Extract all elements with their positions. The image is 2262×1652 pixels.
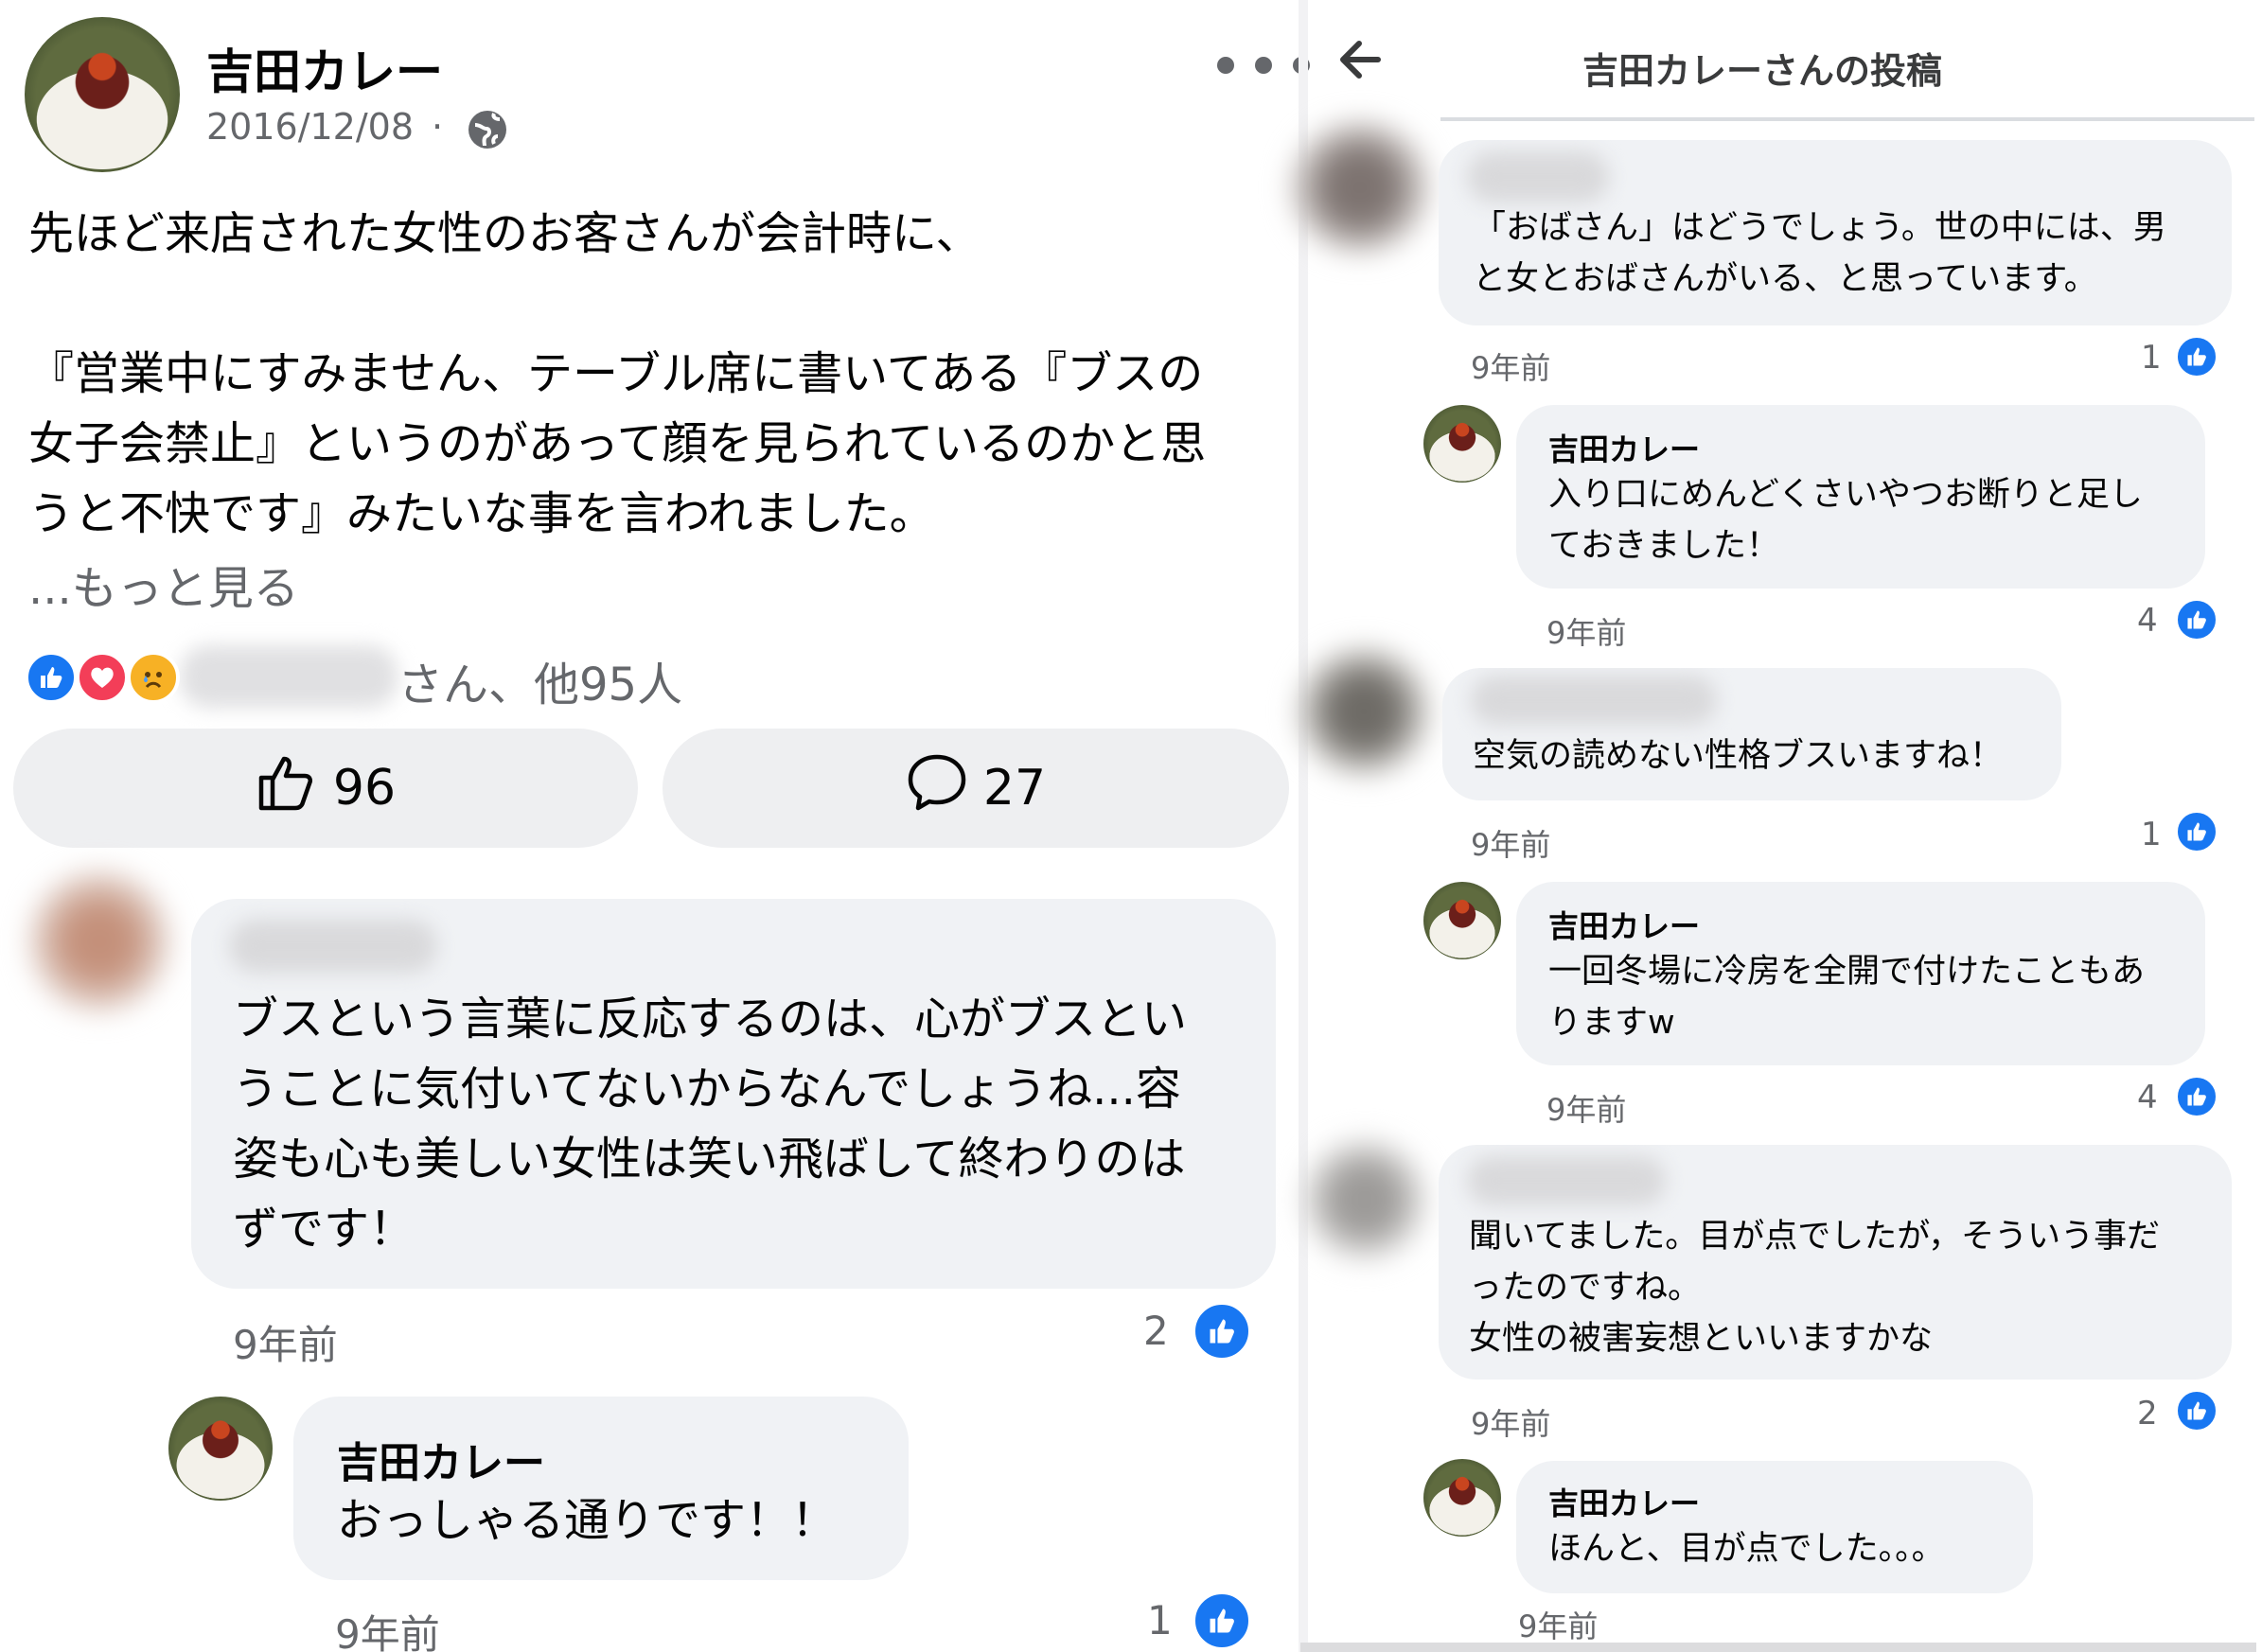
header-divider [1440, 117, 2254, 121]
like-badge-icon [2175, 1389, 2218, 1432]
page-avatar[interactable] [25, 17, 180, 172]
reply-author[interactable]: 吉田カレー [337, 1429, 545, 1489]
back-arrow-icon[interactable] [1336, 38, 1384, 81]
comment-line-1: 「おばさん」はどうでしょう。世の中には、男 [1473, 209, 2166, 247]
comment-button[interactable]: 27 [663, 729, 1289, 848]
commenter-avatar-blurred[interactable] [1302, 1139, 1427, 1260]
post-body-clip-1: 『営業中にすみません、テーブル席に書いてある『ブスの [28, 339, 1299, 409]
like-badge-icon [1193, 1302, 1251, 1361]
panel-title: 吉田カレーさんの投稿 [1582, 50, 1943, 92]
reply-line-2: ておきました！ [1548, 527, 1779, 565]
reply-line-2: りますw [1548, 1004, 1675, 1042]
reply-bubble: 吉田カレー ほんと、目が点でした。。。 [1516, 1461, 2033, 1593]
comment-line-2: と女とおばさんがいる、と思っています。 [1473, 260, 2097, 298]
post-date[interactable]: 2016/12/08 [206, 106, 414, 148]
comment-line-2: ったのですね。 [1469, 1269, 1702, 1307]
reply-line-1: 入り口にめんどくさいやつお断りと足し [1548, 476, 2143, 514]
post-body-clip-2: 女子会禁止』というのがあって顔を見られているのかと思 [28, 409, 1299, 479]
comment-like-count: 2 [1143, 1308, 1169, 1354]
comment-line-1: 聞いてました。目が点でしたが，そういう事だ [1469, 1218, 2161, 1256]
comment-line-2: うことに気付いてないからなんでしょうね...容 [233, 1063, 1181, 1116]
comment-like-count: 1 [2141, 816, 2162, 853]
comment-bubble-icon [906, 751, 968, 826]
like-reaction-icon [25, 651, 78, 704]
commenter-avatar-blurred[interactable] [1289, 121, 1431, 254]
post-body-line-2: 『営業中にすみません、テーブル席に書いてある『ブスの [28, 347, 1204, 400]
comment-line-3: 姿も心も美しい女性は笑い飛ばして終わりのは [233, 1133, 1186, 1186]
page-avatar-reply[interactable] [1423, 1459, 1501, 1537]
blurred-reactor-name [180, 645, 398, 708]
reactions-summary[interactable]: さん、他95人 [398, 647, 682, 713]
panel-divider [1299, 0, 1308, 1652]
reply-author[interactable]: 吉田カレー [1548, 426, 1700, 469]
commenter-name-blurred[interactable] [1467, 1156, 1666, 1205]
reply-line-1: ほんと、目が点でした。。。 [1548, 1530, 1945, 1568]
reply-author[interactable]: 吉田カレー [1548, 903, 1700, 946]
reply-author[interactable]: 吉田カレー [1548, 1480, 1700, 1523]
commenter-avatar-blurred[interactable] [1297, 647, 1431, 776]
like-badge-icon [2175, 810, 2218, 853]
comment-line-1: 空気の読めない性格ブスいますね！ [1473, 737, 2004, 775]
like-count: 96 [332, 760, 397, 817]
post-body-line-1: 先ほど来店された女性のお客さんが会計時に、 [28, 207, 981, 260]
page-avatar-reply[interactable] [1423, 405, 1501, 483]
comment-time[interactable]: 9年前 [1471, 1400, 1550, 1444]
reply-like-count: 1 [1147, 1597, 1173, 1643]
bottom-edge-strip [1300, 1643, 2256, 1652]
comment-line-3: 女性の被害妄想といいますかな [1469, 1320, 1934, 1358]
comment-time[interactable]: 9年前 [1471, 344, 1550, 388]
like-badge-icon [2175, 335, 2218, 378]
post-body-line-4: うと不快です』みたいな事を言われました。 [28, 487, 935, 540]
reply-line-1: 一回冬場に冷房を全開で付けたこともあ [1548, 953, 2146, 991]
reply-text: おっしゃる通りです！！ [337, 1494, 838, 1547]
reply-bubble: 吉田カレー おっしゃる通りです！！ [293, 1397, 909, 1580]
reply-like-count: 4 [2137, 1079, 2158, 1116]
comment-bubble: 「おばさん」はどうでしょう。世の中には、男 と女とおばさんがいる、と思っています… [1439, 140, 2232, 325]
like-badge-icon [1193, 1591, 1251, 1650]
comment-bubble: ブスという言葉に反応するのは、心がブスとい うことに気付いてないからなんでしょう… [191, 899, 1276, 1289]
commenter-name-blurred[interactable] [1471, 676, 1717, 725]
sad-reaction-icon [127, 651, 180, 704]
commenter-name-blurred[interactable] [229, 920, 437, 973]
comment-bubble: 空気の読めない性格ブスいますね！ [1442, 668, 2061, 800]
page-avatar-reply[interactable] [1423, 882, 1501, 959]
like-badge-icon [2175, 1075, 2218, 1118]
comment-time[interactable]: 9年前 [1471, 821, 1550, 865]
post-body-line-3: 女子会禁止』というのがあって顔を見られているのかと思 [28, 417, 1207, 470]
comment-count: 27 [982, 760, 1047, 817]
comment-line-4: ずです！ [233, 1203, 415, 1256]
comment-line-1: ブスという言葉に反応するのは、心がブスとい [233, 993, 1188, 1046]
reply-time[interactable]: 9年前 [1546, 609, 1626, 653]
globe-icon [466, 108, 509, 151]
commenter-name-blurred[interactable] [1467, 151, 1609, 202]
reply-time[interactable]: 9年前 [1546, 1086, 1626, 1130]
see-more-link[interactable]: ...もっと見る [28, 551, 299, 617]
like-badge-icon [2175, 598, 2218, 641]
meta-separator: · [432, 106, 444, 148]
reply-like-count: 4 [2137, 602, 2158, 640]
comment-bubble: 聞いてました。目が点でしたが，そういう事だ ったのですね。 女性の被害妄想といい… [1439, 1145, 2232, 1380]
commenter-avatar-blurred[interactable] [28, 870, 170, 1012]
comment-like-count: 2 [2137, 1395, 2158, 1432]
reply-bubble: 吉田カレー 入り口にめんどくさいやつお断りと足し ておきました！ [1516, 405, 2205, 589]
reply-time[interactable]: 9年前 [335, 1603, 440, 1652]
page-avatar-reply[interactable] [168, 1397, 273, 1501]
reply-time[interactable]: 9年前 [1518, 1603, 1598, 1646]
like-button[interactable]: 96 [13, 729, 638, 848]
post-author-name[interactable]: 吉田カレー [206, 34, 443, 102]
comment-like-count: 1 [2141, 339, 2162, 377]
love-reaction-icon [76, 651, 129, 704]
thumbs-up-outline-icon [256, 751, 318, 826]
reply-bubble: 吉田カレー 一回冬場に冷房を全開で付けたこともあ りますw [1516, 882, 2205, 1065]
comment-time[interactable]: 9年前 [233, 1313, 338, 1371]
